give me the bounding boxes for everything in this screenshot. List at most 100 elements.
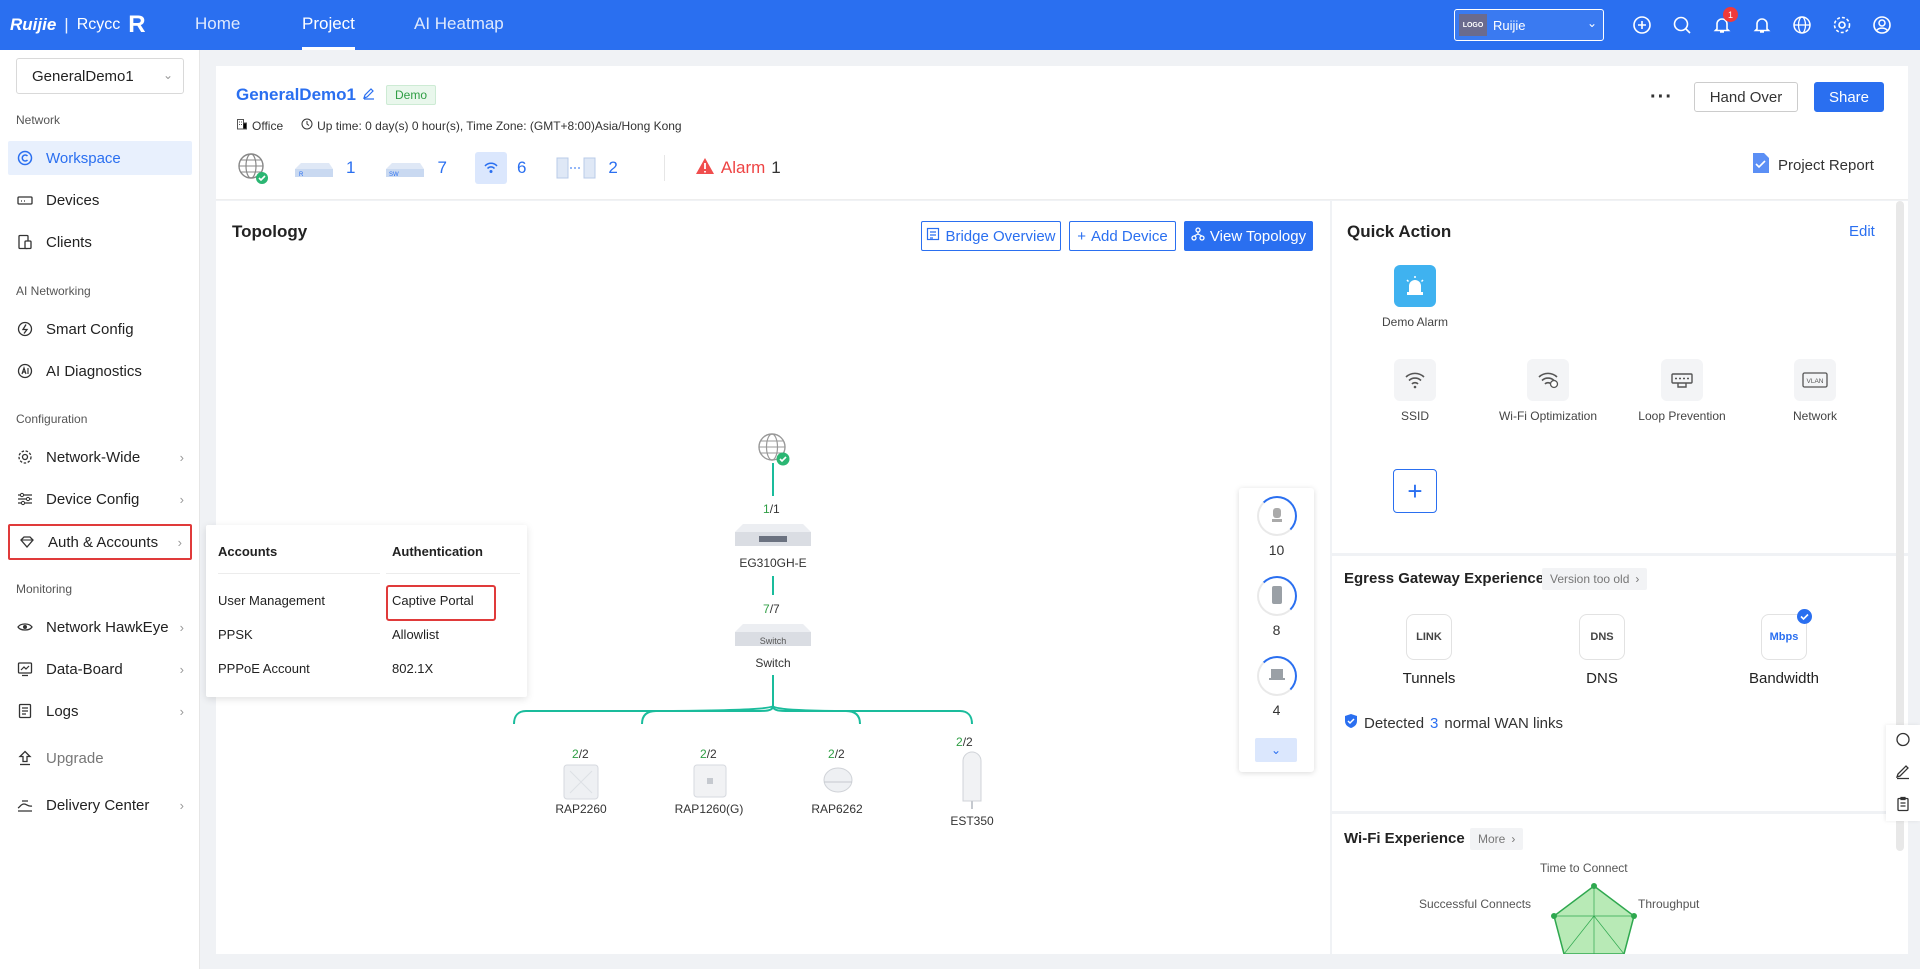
notification-icon[interactable]: 1 <box>1711 7 1738 36</box>
project-report-link[interactable]: Project Report <box>1752 152 1874 178</box>
quick-action-wifi-optimization[interactable]: Wi-Fi Optimization <box>1483 359 1613 423</box>
share-button[interactable]: Share <box>1814 82 1884 112</box>
ap-device-node-est350[interactable] <box>958 751 986 814</box>
data-board-icon <box>16 660 34 678</box>
divider <box>386 573 520 574</box>
gateway-device-node[interactable] <box>731 522 815 553</box>
laptop-client-icon <box>1268 668 1286 685</box>
log-icon <box>16 702 34 720</box>
menu-item-captive-portal[interactable]: Captive Portal <box>392 593 474 608</box>
egress-dns[interactable]: DNS DNS <box>1547 614 1657 687</box>
menu-item-ppsk[interactable]: PPSK <box>218 627 253 642</box>
client-type-ring[interactable] <box>1257 496 1297 536</box>
ap-device-node-rap6262[interactable] <box>820 765 856 800</box>
more-menu-button[interactable]: ··· <box>1650 86 1673 109</box>
feedback-icon[interactable] <box>1895 764 1911 783</box>
settings-icon[interactable] <box>1831 14 1853 36</box>
client-count-1: 10 <box>1268 542 1285 558</box>
menu-item-allowlist[interactable]: Allowlist <box>392 627 439 642</box>
ap-device-node-rap1260g[interactable] <box>692 763 728 802</box>
sidebar-item-network-wide[interactable]: Network-Wide › <box>8 440 192 474</box>
section-network: Network <box>16 113 61 127</box>
org-select[interactable]: LOGO Ruijie ⌄ <box>1454 9 1604 41</box>
project-meta: Office Up time: 0 day(s) 0 hour(s), Time… <box>236 118 682 133</box>
collapse-button[interactable]: ⌄ <box>1255 738 1297 762</box>
sidebar-item-label: Auth & Accounts <box>48 533 159 551</box>
hand-over-button[interactable]: Hand Over <box>1694 82 1798 112</box>
gateway-icon[interactable]: R <box>292 155 336 181</box>
ap-count[interactable]: 6 <box>517 158 526 178</box>
client-type-ring[interactable] <box>1257 576 1297 616</box>
diamond-icon <box>18 533 36 551</box>
quick-action-edit-link[interactable]: Edit <box>1849 223 1875 240</box>
count-online: 2 <box>828 747 835 761</box>
tab-project[interactable]: Project <box>302 14 355 34</box>
sidebar-item-label: Workspace <box>46 149 121 167</box>
quick-action-demo-alarm[interactable]: Demo Alarm <box>1350 265 1480 329</box>
bridge-count[interactable]: 2 <box>608 158 617 178</box>
sidebar-item-device-config[interactable]: Device Config › <box>8 482 192 516</box>
client-type-ring[interactable] <box>1257 656 1297 696</box>
switch-count[interactable]: 7 <box>437 158 446 178</box>
egress-bandwidth[interactable]: Mbps Bandwidth <box>1729 609 1839 687</box>
sidebar-item-workspace[interactable]: Workspace <box>8 141 192 175</box>
bandwidth-icon-text: Mbps <box>1769 631 1799 643</box>
sidebar-item-upgrade[interactable]: Upgrade <box>8 741 192 775</box>
sidebar-item-smart-config[interactable]: Smart Config <box>8 312 192 346</box>
radar-label-time-to-connect: Time to Connect <box>1540 861 1628 875</box>
globe-icon[interactable] <box>1791 14 1813 36</box>
chat-icon[interactable] <box>1895 732 1911 751</box>
sidebar-item-logs[interactable]: Logs › <box>8 694 192 728</box>
version-too-old-badge[interactable]: Version too old › <box>1542 568 1648 590</box>
search-icon[interactable] <box>1671 14 1693 36</box>
count-total: /2 <box>834 747 845 761</box>
count-total: /2 <box>962 735 973 749</box>
sidebar-item-ai-diagnostics[interactable]: AI Diagnostics <box>8 354 192 388</box>
ap-device-node-rap2260[interactable] <box>562 763 600 804</box>
quick-action-network[interactable]: VLAN Network <box>1750 359 1880 423</box>
project-report-label: Project Report <box>1778 156 1874 174</box>
quick-action-loop-prevention[interactable]: Loop Prevention <box>1617 359 1747 423</box>
switch-icon[interactable]: SW <box>383 155 427 181</box>
wan-detection-status: Detected 3 normal WAN links <box>1344 713 1563 733</box>
sidebar-item-label: AI Diagnostics <box>46 362 142 380</box>
sidebar-item-clients[interactable]: Clients <box>8 225 192 259</box>
report-icon <box>1752 152 1770 178</box>
tab-home[interactable]: Home <box>195 14 240 34</box>
bell-icon[interactable] <box>1751 14 1773 36</box>
project-title[interactable]: GeneralDemo1 <box>236 85 376 105</box>
sidebar-item-network-hawkeye[interactable]: Network HawkEye › <box>8 610 192 644</box>
chevron-right-icon: › <box>1635 572 1640 586</box>
sidebar-item-data-board[interactable]: Data-Board › <box>8 652 192 686</box>
user-icon[interactable] <box>1871 14 1893 36</box>
tab-ai-heatmap[interactable]: AI Heatmap <box>414 14 504 34</box>
right-toolbar <box>1886 725 1920 821</box>
egress-item-label: Tunnels <box>1402 670 1456 687</box>
chevron-right-icon: › <box>179 703 184 719</box>
menu-item-pppoe-account[interactable]: PPPoE Account <box>218 661 310 676</box>
switch-device-node[interactable]: Switch <box>731 622 815 650</box>
sidebar-item-auth-accounts[interactable]: Auth & Accounts › <box>8 524 192 560</box>
edit-icon[interactable] <box>362 85 376 105</box>
chevron-down-icon: ⌄ <box>162 68 173 82</box>
menu-item-8021x[interactable]: 802.1X <box>392 661 433 676</box>
bridge-icon[interactable] <box>554 155 598 181</box>
sidebar-item-delivery-center[interactable]: Delivery Center › <box>8 788 192 822</box>
sidebar-item-devices[interactable]: Devices <box>8 183 192 217</box>
add-circle-icon[interactable] <box>1631 14 1653 36</box>
radar-label-successful-connects: Successful Connects <box>1419 897 1532 911</box>
clipboard-icon[interactable] <box>1895 796 1911 815</box>
project-select[interactable]: GeneralDemo1 ⌄ <box>16 58 184 94</box>
menu-item-user-management[interactable]: User Management <box>218 593 325 608</box>
add-quick-action-button[interactable]: + <box>1393 469 1437 513</box>
gateway-count[interactable]: 1 <box>346 158 355 178</box>
internet-node-icon[interactable] <box>756 431 792 470</box>
quick-action-ssid[interactable]: SSID <box>1350 359 1480 423</box>
app-logo[interactable]: Ruijie | Rcycc R <box>10 11 146 39</box>
ap-icon[interactable] <box>474 152 507 184</box>
wifi-more-link[interactable]: More › <box>1470 828 1524 850</box>
egress-tunnels[interactable]: LINK Tunnels <box>1374 614 1484 687</box>
ap-label: RAP1260(G) <box>674 802 744 816</box>
alarm-summary[interactable]: Alarm 1 <box>663 155 781 181</box>
internet-status-icon[interactable] <box>236 151 270 185</box>
